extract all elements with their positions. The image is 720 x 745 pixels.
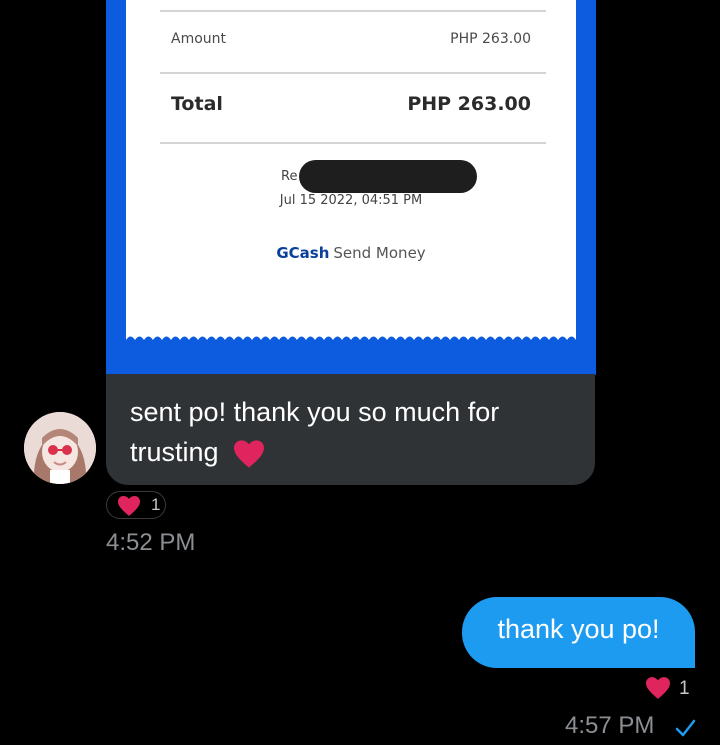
brand-name: GCash xyxy=(276,244,330,262)
incoming-reaction[interactable]: 1 xyxy=(106,491,166,519)
outgoing-reaction[interactable]: 1 xyxy=(644,676,694,704)
divider xyxy=(160,72,546,74)
outgoing-message-bubble[interactable]: thank you po! xyxy=(462,597,695,668)
brand-line: GCash Send Money xyxy=(126,244,576,262)
outgoing-timestamp: 4:57 PM xyxy=(565,712,655,739)
divider xyxy=(160,10,546,12)
brand-action: Send Money xyxy=(333,244,426,262)
receipt-paper: Amount PHP 263.00 Total PHP 263.00 Re Ju… xyxy=(126,0,576,340)
outgoing-message-text: thank you po! xyxy=(497,614,660,644)
reaction-count: 1 xyxy=(151,495,161,514)
total-label: Total xyxy=(171,93,223,115)
total-value: PHP 263.00 xyxy=(407,93,531,115)
incoming-timestamp: 4:52 PM xyxy=(106,529,196,556)
redaction-bar xyxy=(299,160,477,193)
divider xyxy=(160,142,546,144)
check-icon xyxy=(675,719,696,737)
avatar-image xyxy=(24,412,96,484)
heart-emoji-icon xyxy=(234,440,265,468)
heart-icon xyxy=(646,677,670,699)
reaction-count: 1 xyxy=(679,678,690,699)
avatar[interactable] xyxy=(24,412,96,484)
reference-label: Re xyxy=(281,169,298,184)
incoming-message-text: sent po! thank you so much for trusting xyxy=(130,392,580,472)
incoming-message-bubble[interactable]: sent po! thank you so much for trusting xyxy=(106,374,595,485)
amount-label: Amount xyxy=(171,31,227,47)
incoming-message-content: sent po! thank you so much for trusting xyxy=(130,397,500,467)
amount-value: PHP 263.00 xyxy=(450,31,531,47)
transaction-datetime: Jul 15 2022, 04:51 PM xyxy=(279,193,423,208)
receipt-image[interactable]: Amount PHP 263.00 Total PHP 263.00 Re Ju… xyxy=(106,0,596,375)
torn-edge xyxy=(126,336,576,345)
heart-icon xyxy=(118,496,140,516)
